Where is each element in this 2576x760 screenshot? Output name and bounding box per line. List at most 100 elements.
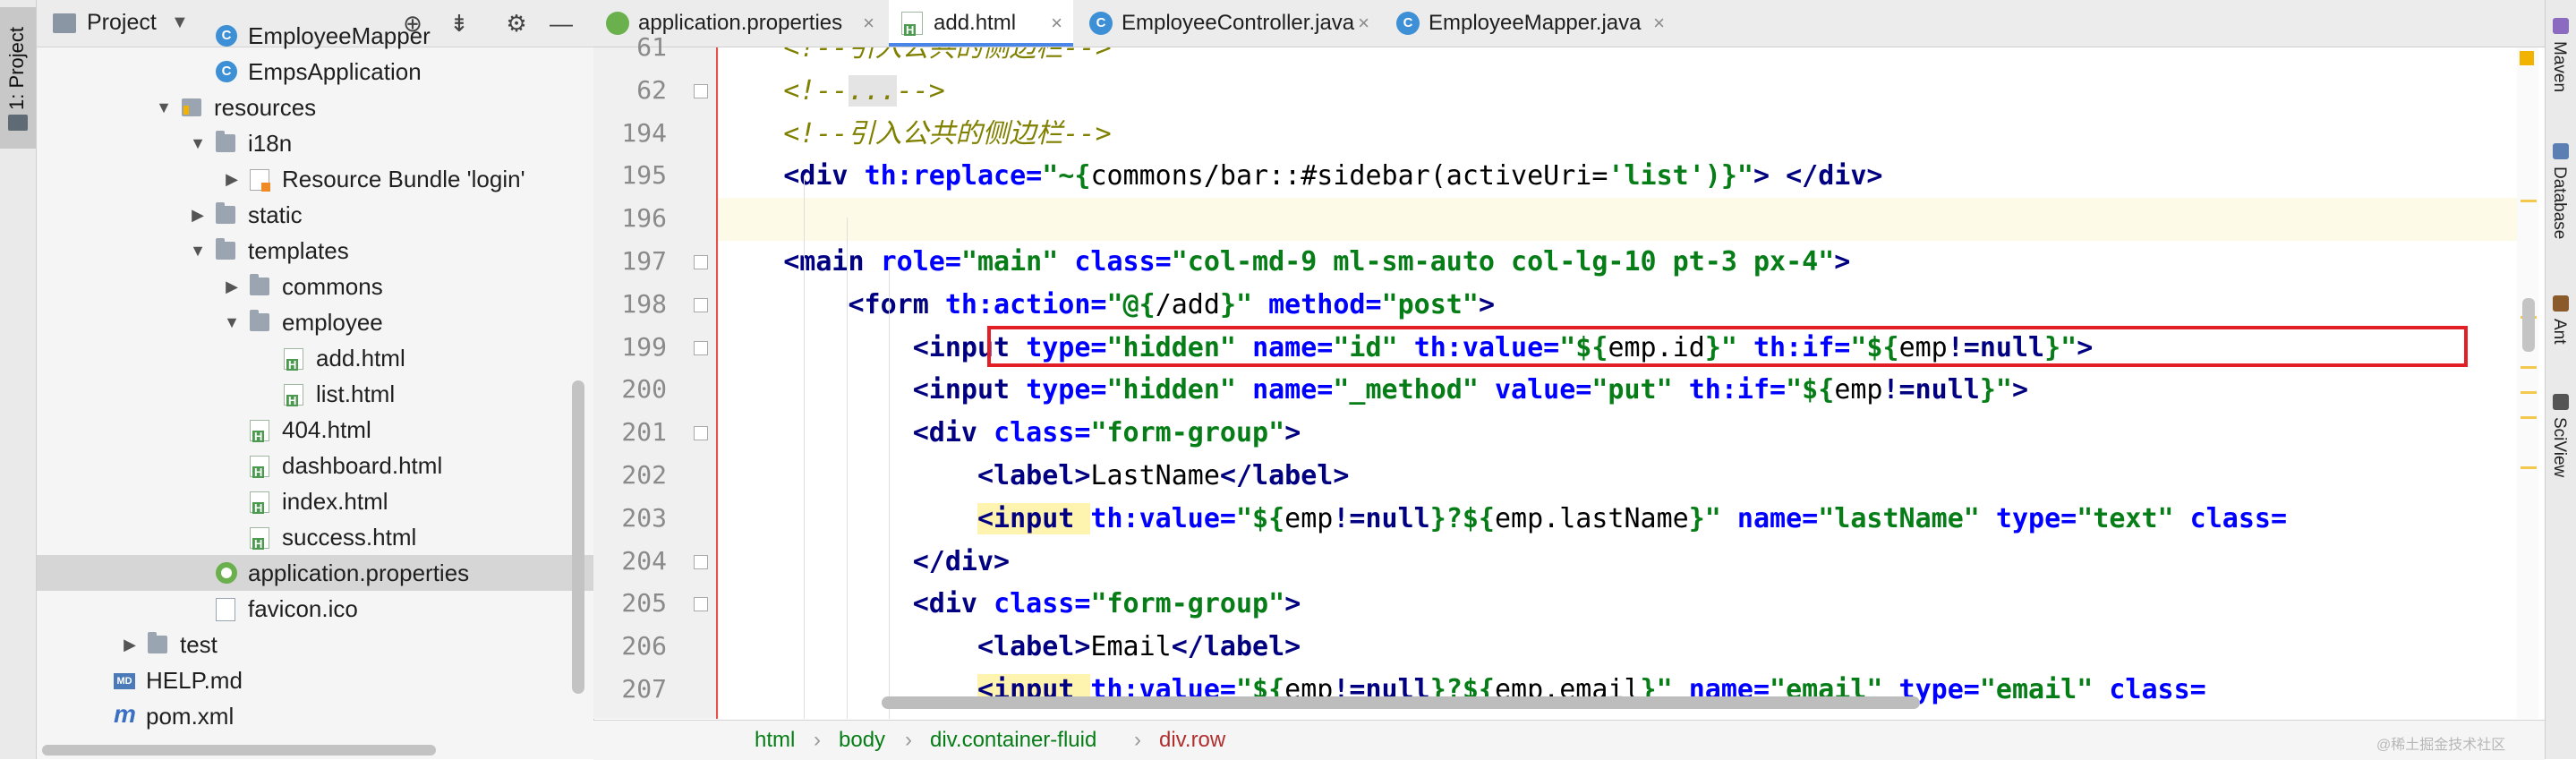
right-tool-tab[interactable]: Maven: [2549, 41, 2569, 92]
chevron-down-icon[interactable]: ▼: [155, 90, 173, 125]
tree-item[interactable]: dashboard.html: [37, 448, 593, 483]
chevron-down-icon[interactable]: ▼: [223, 304, 241, 340]
fold-toggle-icon[interactable]: [694, 340, 708, 355]
chevron-down-icon[interactable]: ▼: [189, 233, 207, 269]
close-icon[interactable]: ×: [1051, 0, 1062, 47]
editor-tab[interactable]: C EmployeeController.java ×: [1077, 0, 1380, 47]
fold-toggle-icon[interactable]: [694, 83, 708, 98]
tree-item[interactable]: MD HELP.md: [37, 662, 593, 698]
code-editor[interactable]: <!--引入公共的侧边栏--> <!--...--> <!--引入公共的侧边栏-…: [719, 47, 2538, 719]
line-number: 199: [621, 331, 667, 362]
code-token: ...: [848, 74, 897, 107]
fold-toggle-icon[interactable]: [694, 426, 708, 441]
code-token: 'list': [1608, 160, 1705, 192]
editor-tab[interactable]: C EmployeeMapper.java ×: [1384, 0, 1676, 47]
marker[interactable]: [2521, 416, 2537, 419]
breadcrumb-item[interactable]: body: [839, 721, 885, 760]
fold-toggle-icon[interactable]: [694, 554, 708, 569]
tree-item[interactable]: index.html: [37, 483, 593, 519]
code-token: Email: [1090, 631, 1172, 663]
code-token: <input: [912, 374, 1027, 406]
warning-icon[interactable]: [2520, 51, 2534, 65]
marker[interactable]: [2521, 466, 2537, 469]
breadcrumb-item[interactable]: div.container-fluid: [930, 721, 1096, 760]
tree-item[interactable]: ▶ static: [37, 197, 593, 233]
tree-item[interactable]: ▼ resources: [37, 90, 593, 125]
tree-item-label: dashboard.html: [282, 452, 443, 479]
tree-item[interactable]: favicon.ico: [37, 591, 593, 627]
line-number: 194: [621, 117, 667, 148]
line-number: 201: [621, 417, 667, 448]
project-tree-hscrollbar[interactable]: [42, 745, 436, 756]
code-line: <form th:action="@{/add}" method="post">: [719, 284, 2538, 327]
marker[interactable]: [2521, 200, 2537, 202]
code-token: "text": [2077, 502, 2190, 534]
fold-toggle-icon[interactable]: [694, 255, 708, 269]
code-token: name=: [1736, 502, 1819, 534]
code-token: emp: [1284, 502, 1334, 534]
tree-item[interactable]: ▶ commons: [37, 269, 593, 304]
tree-item[interactable]: ▼ templates: [37, 233, 593, 269]
tree-item-label: employee: [282, 309, 383, 336]
marker[interactable]: [2521, 391, 2537, 394]
breadcrumb-separator-icon: ›: [1134, 728, 1141, 752]
code-token: "col-md-9 ml-sm-auto col-lg-10 pt-3 px-4…: [1171, 246, 1835, 278]
code-token: method=: [1268, 288, 1382, 320]
ico-file-icon: [216, 598, 235, 621]
code-token: >: [1478, 288, 1495, 320]
code-token: <input: [977, 502, 1091, 534]
fold-toggle-icon[interactable]: [694, 297, 708, 312]
chevron-right-icon[interactable]: ▶: [189, 197, 207, 233]
editor-hscrollbar[interactable]: [882, 696, 1920, 709]
chevron-right-icon[interactable]: ▶: [121, 627, 139, 662]
tree-item[interactable]: C EmpsApplication: [37, 54, 593, 90]
line-number: 195: [621, 160, 667, 191]
project-tree-scrollbar[interactable]: [572, 380, 584, 694]
close-icon[interactable]: ×: [863, 0, 874, 47]
tree-item[interactable]: m pom.xml: [37, 698, 593, 734]
project-tool-tab[interactable]: 1: Project: [0, 7, 36, 149]
code-token: <!--引入公共的侧边栏-->: [719, 117, 1112, 149]
marker[interactable]: [2521, 366, 2537, 369]
tree-item[interactable]: 404.html: [37, 412, 593, 448]
close-icon[interactable]: ×: [1358, 0, 1369, 47]
code-token: </label>: [1171, 631, 1301, 663]
tree-item[interactable]: ▶ test: [37, 627, 593, 662]
tree-item[interactable]: ▶ Resource Bundle 'login': [37, 161, 593, 197]
breadcrumb-item[interactable]: html: [755, 721, 795, 760]
tree-item[interactable]: C EmployeeMapper: [37, 18, 593, 54]
tree-item[interactable]: success.html: [37, 519, 593, 555]
tree-item[interactable]: add.html: [37, 340, 593, 376]
code-token: </label>: [1219, 460, 1350, 491]
tree-item[interactable]: application.properties: [37, 555, 593, 591]
breadcrumb: html › body › div.container-fluid › div.row: [593, 720, 2545, 760]
tree-item[interactable]: list.html: [37, 376, 593, 412]
code-token: !=null: [1882, 374, 1980, 406]
chevron-right-icon[interactable]: ▶: [223, 161, 241, 197]
fold-toggle-icon[interactable]: [694, 597, 708, 612]
line-number: 197: [621, 246, 667, 276]
close-icon[interactable]: ×: [1653, 0, 1665, 47]
line-number: 207: [621, 674, 667, 704]
right-tool-tab[interactable]: Database: [2549, 167, 2569, 239]
indent-guide: [804, 175, 805, 719]
project-panel: Project ▼ ⊕ ⇟ ⚙ — C EmployeeMapper C EmpsAp…: [37, 0, 594, 759]
tree-item-label: templates: [248, 237, 349, 264]
chevron-down-icon[interactable]: ▼: [189, 125, 207, 161]
editor-tab[interactable]: add.html ×: [889, 0, 1073, 47]
chevron-right-icon[interactable]: ▶: [223, 269, 241, 304]
html-file-icon: [250, 456, 269, 478]
right-tool-tab[interactable]: SciView: [2549, 417, 2569, 477]
html-file-icon: [250, 491, 269, 514]
tree-item[interactable]: ▼ i18n: [37, 125, 593, 161]
right-tool-tab[interactable]: Ant: [2549, 319, 2569, 345]
breadcrumb-item[interactable]: div.row: [1159, 721, 1225, 760]
tree-item[interactable]: ▼ employee: [37, 304, 593, 340]
editor-vscrollbar[interactable]: [2522, 298, 2535, 352]
